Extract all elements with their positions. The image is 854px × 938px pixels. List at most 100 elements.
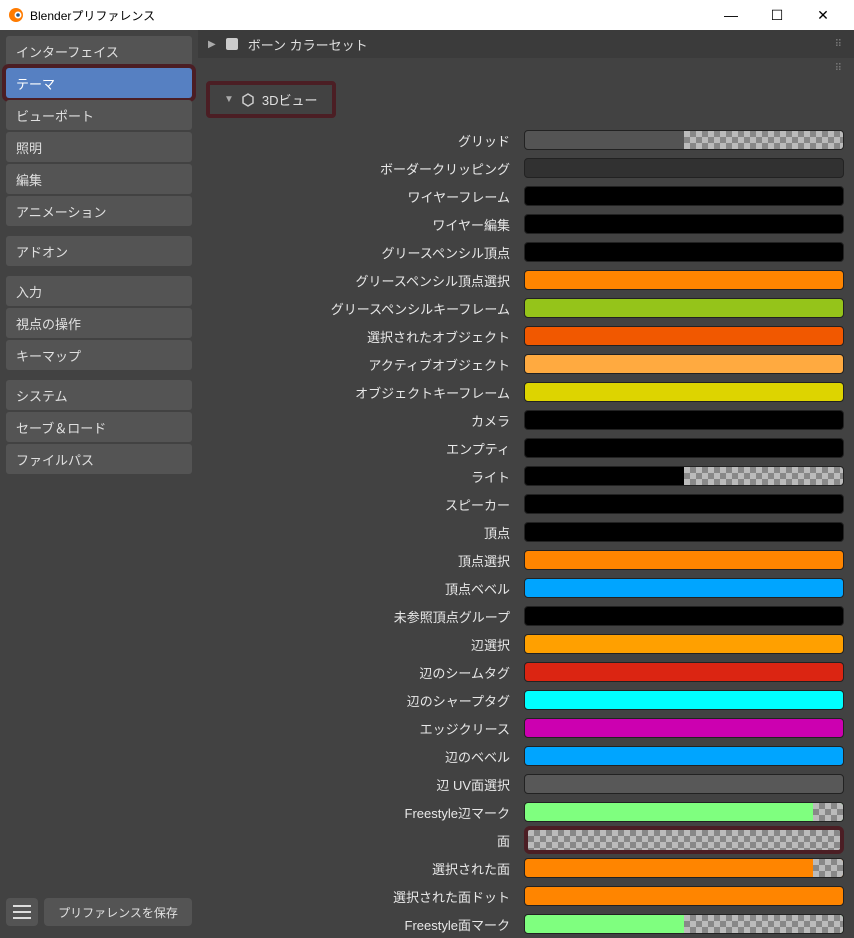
sidebar-item[interactable]: 入力 <box>6 276 192 306</box>
color-swatch[interactable] <box>524 634 844 654</box>
color-swatch[interactable] <box>524 606 844 626</box>
color-rows: グリッドボーダークリッピングワイヤーフレームワイヤー編集グリースペンシル頂点グリ… <box>198 126 854 938</box>
color-row: 頂点 <box>198 518 844 546</box>
color-label: 選択されたオブジェクト <box>198 327 514 346</box>
view3d-grip-header: ⠿ <box>198 58 854 78</box>
color-swatch[interactable] <box>524 578 844 598</box>
save-preferences-button[interactable]: プリファレンスを保存 <box>44 898 192 926</box>
color-label: 辺のベベル <box>198 747 514 766</box>
color-swatch[interactable] <box>524 410 844 430</box>
color-swatch[interactable] <box>524 914 844 934</box>
color-label: アクティブオブジェクト <box>198 355 514 374</box>
view3d-section: ▼ 3Dビュー <box>198 78 854 126</box>
color-label: 頂点ベベル <box>198 579 514 598</box>
color-swatch[interactable] <box>524 802 844 822</box>
view3d-header[interactable]: ▼ 3Dビュー <box>206 81 336 118</box>
sidebar-footer: プリファレンスを保存 <box>6 898 192 932</box>
bone-color-set-header[interactable]: ▶ ボーン カラーセット ⠿ <box>198 30 854 58</box>
sidebar-item[interactable]: 編集 <box>6 164 192 194</box>
color-swatch[interactable] <box>524 774 844 794</box>
color-label: 未参照頂点グループ <box>198 607 514 626</box>
hamburger-menu-button[interactable] <box>6 898 38 926</box>
color-swatch[interactable] <box>524 494 844 514</box>
color-row: Freestyle面マーク <box>198 910 844 938</box>
sidebar-item[interactable]: テーマ <box>6 68 192 98</box>
color-row: 選択されたオブジェクト <box>198 322 844 350</box>
color-label: オブジェクトキーフレーム <box>198 383 514 402</box>
color-swatch[interactable] <box>524 886 844 906</box>
grip-icon: ⠿ <box>835 39 844 50</box>
color-label: ボーダークリッピング <box>198 159 514 178</box>
blender-logo-icon <box>8 7 24 23</box>
color-swatch[interactable] <box>524 298 844 318</box>
color-label: エッジクリース <box>198 719 514 738</box>
color-swatch[interactable] <box>524 326 844 346</box>
sidebar-item[interactable]: システム <box>6 380 192 410</box>
color-row: Freestyle辺マーク <box>198 798 844 826</box>
color-swatch[interactable] <box>524 214 844 234</box>
color-swatch[interactable] <box>524 186 844 206</box>
color-row: グリースペンシル頂点選択 <box>198 266 844 294</box>
color-swatch[interactable] <box>524 662 844 682</box>
color-swatch[interactable] <box>524 466 844 486</box>
color-label: ワイヤーフレーム <box>198 187 514 206</box>
color-row: ワイヤーフレーム <box>198 182 844 210</box>
sidebar-item[interactable]: ファイルパス <box>6 444 192 474</box>
color-swatch[interactable] <box>524 382 844 402</box>
color-row: アクティブオブジェクト <box>198 350 844 378</box>
color-swatch[interactable] <box>524 438 844 458</box>
color-row: 辺 UV面選択 <box>198 770 844 798</box>
sidebar-group: システムセーブ＆ロードファイルパス <box>6 380 192 474</box>
color-swatch[interactable] <box>524 354 844 374</box>
color-row: エンプティ <box>198 434 844 462</box>
color-swatch[interactable] <box>524 130 844 150</box>
color-label: 選択された面 <box>198 859 514 878</box>
color-row: 辺のベベル <box>198 742 844 770</box>
maximize-button[interactable]: ☐ <box>754 0 800 30</box>
color-swatch[interactable] <box>524 746 844 766</box>
color-swatch[interactable] <box>524 858 844 878</box>
color-label: Freestyle辺マーク <box>198 803 514 822</box>
color-swatch[interactable] <box>524 158 844 178</box>
color-row: スピーカー <box>198 490 844 518</box>
color-row: グリースペンシル頂点 <box>198 238 844 266</box>
color-swatch[interactable] <box>524 270 844 290</box>
sidebar-item[interactable]: インターフェイス <box>6 36 192 66</box>
color-swatch[interactable] <box>524 242 844 262</box>
title-bar: Blenderプリファレンス — ☐ ✕ <box>0 0 854 30</box>
color-row: 辺のシームタグ <box>198 658 844 686</box>
section-title: 3Dビュー <box>262 90 318 109</box>
color-swatch[interactable] <box>524 718 844 738</box>
color-row: ライト <box>198 462 844 490</box>
sidebar-item[interactable]: セーブ＆ロード <box>6 412 192 442</box>
color-label: 辺のシャープタグ <box>198 691 514 710</box>
color-swatch[interactable] <box>524 522 844 542</box>
sidebar: インターフェイステーマビューポート照明編集アニメーションアドオン入力視点の操作キ… <box>0 30 198 938</box>
color-label: 辺 UV面選択 <box>198 775 514 794</box>
color-label: グリースペンシル頂点選択 <box>198 271 514 290</box>
color-swatch[interactable] <box>524 690 844 710</box>
color-row: 頂点選択 <box>198 546 844 574</box>
sidebar-item[interactable]: キーマップ <box>6 340 192 370</box>
sidebar-item[interactable]: ビューポート <box>6 100 192 130</box>
color-swatch[interactable] <box>524 826 844 854</box>
sidebar-item[interactable]: 照明 <box>6 132 192 162</box>
color-label: 辺選択 <box>198 635 514 654</box>
color-label: グリースペンシルキーフレーム <box>198 299 514 318</box>
sidebar-item[interactable]: アドオン <box>6 236 192 266</box>
color-row: 未参照頂点グループ <box>198 602 844 630</box>
color-swatch[interactable] <box>524 550 844 570</box>
sidebar-item[interactable]: 視点の操作 <box>6 308 192 338</box>
close-button[interactable]: ✕ <box>800 0 846 30</box>
grip-icon: ⠿ <box>835 63 844 74</box>
color-label: ライト <box>198 467 514 486</box>
color-label: 選択された面ドット <box>198 887 514 906</box>
color-label: カメラ <box>198 411 514 430</box>
color-row: 辺選択 <box>198 630 844 658</box>
minimize-button[interactable]: — <box>708 0 754 30</box>
color-label: エンプティ <box>198 439 514 458</box>
color-label: 辺のシームタグ <box>198 663 514 682</box>
sidebar-group: アドオン <box>6 236 192 266</box>
preferences-window: Blenderプリファレンス — ☐ ✕ インターフェイステーマビューポート照明… <box>0 0 854 900</box>
sidebar-item[interactable]: アニメーション <box>6 196 192 226</box>
